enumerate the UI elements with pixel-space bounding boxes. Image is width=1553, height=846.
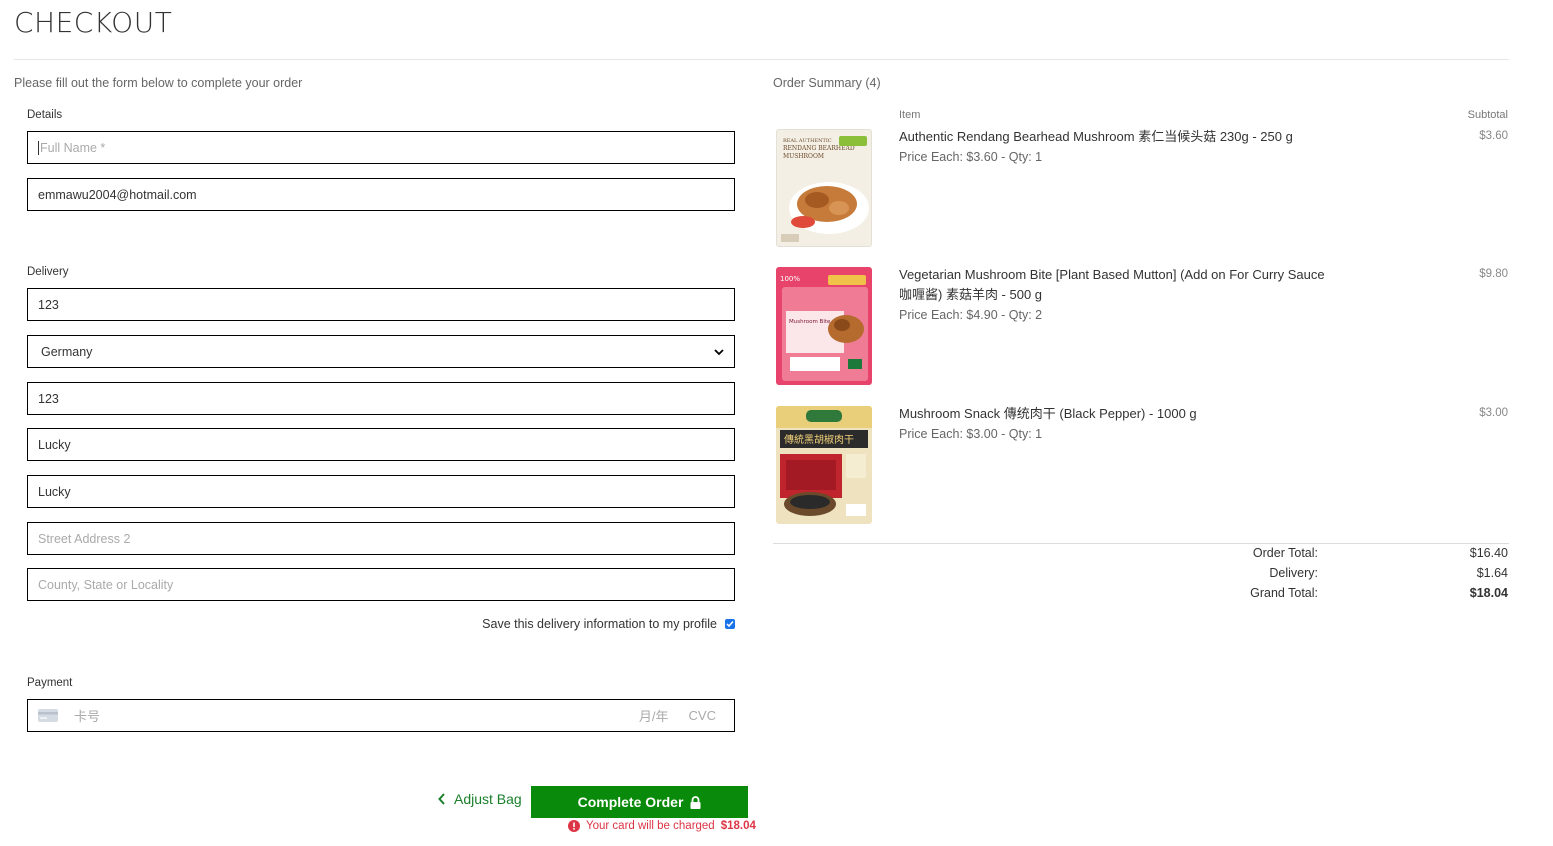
- product-image[interactable]: 傳統黑胡椒肉干: [776, 406, 872, 524]
- street-address-1-input[interactable]: Lucky: [27, 475, 735, 508]
- street-address-2-placeholder: Street Address 2: [38, 531, 131, 546]
- alert-circle-icon: [568, 820, 580, 832]
- delivery-cost-value: $1.64: [1476, 566, 1508, 580]
- save-info-checkbox[interactable]: [725, 619, 735, 629]
- card-element[interactable]: 卡号 月/年 CVC: [27, 699, 735, 732]
- card-cvc-placeholder[interactable]: CVC: [689, 708, 716, 723]
- credit-card-icon: [38, 709, 58, 722]
- country-value: Germany: [41, 344, 93, 359]
- charge-warning-text: Your card will be charged: [586, 820, 715, 832]
- charge-amount: $18.04: [720, 820, 756, 832]
- full-name-placeholder: Full Name *: [40, 140, 106, 155]
- item-subtotal: $3.60: [1479, 130, 1508, 142]
- save-info-row: Save this delivery information to my pro…: [482, 617, 735, 631]
- product-thumbnail-mushroom-bite: 100% Mushroom Bite: [776, 267, 872, 385]
- grand-total-value: $18.04: [1469, 586, 1508, 600]
- details-legend: Details: [27, 109, 63, 121]
- text-caret: [38, 140, 39, 155]
- check-icon: [726, 621, 734, 628]
- county-input[interactable]: County, State or Locality: [27, 568, 735, 601]
- product-thumbnail-rendang: REAL AUTHENTIC RENDANG BEARHEAD MUSHROOM: [777, 130, 871, 246]
- item-name[interactable]: Authentic Rendang Bearhead Mushroom 素仁当候…: [899, 127, 1329, 147]
- charge-warning: Your card will be charged $18.04: [568, 820, 756, 832]
- email-input[interactable]: emmawu2004@hotmail.com: [27, 178, 735, 211]
- delivery-cost-label: Delivery:: [1269, 566, 1318, 580]
- order-total-label: Order Total:: [1252, 546, 1318, 560]
- adjust-bag-label: Adjust Bag: [454, 791, 522, 807]
- order-total-value: $16.40: [1469, 546, 1508, 560]
- item-name[interactable]: Mushroom Snack 傳统肉干 (Black Pepper) - 100…: [899, 404, 1329, 424]
- product-thumbnail-mushroom-snack: 傳統黑胡椒肉干: [776, 406, 872, 524]
- thumb-text-1: 100%: [780, 275, 800, 283]
- item-price-qty: Price Each: $3.00 - Qty: 1: [899, 427, 1043, 441]
- country-select[interactable]: Germany: [27, 335, 735, 368]
- title-divider: [14, 59, 1509, 60]
- full-name-input[interactable]: Full Name *: [27, 131, 735, 164]
- item-subtotal: $3.00: [1479, 407, 1508, 419]
- card-expiry-placeholder[interactable]: 月/年: [639, 706, 669, 725]
- order-summary-title: Order Summary (4): [773, 76, 881, 90]
- page-title: CHECKOUT: [14, 6, 173, 39]
- thumb-text-2: RENDANG BEARHEAD: [783, 145, 855, 152]
- product-image[interactable]: 100% Mushroom Bite: [776, 267, 872, 385]
- thumb-text-1: 傳統黑胡椒肉干: [784, 433, 854, 446]
- grand-total-label: Grand Total:: [1250, 586, 1318, 600]
- chevron-left-icon: [438, 793, 445, 805]
- card-number-placeholder[interactable]: 卡号: [74, 706, 100, 725]
- thumb-text-1: REAL AUTHENTIC: [783, 138, 832, 144]
- adjust-bag-link[interactable]: Adjust Bag: [438, 791, 522, 807]
- phone-input[interactable]: 123: [27, 288, 735, 321]
- lock-icon: [690, 795, 701, 809]
- delivery-legend: Delivery: [27, 266, 69, 278]
- item-price-qty: Price Each: $3.60 - Qty: 1: [899, 150, 1043, 164]
- thumb-text-2: Mushroom Bite: [789, 319, 831, 325]
- thumb-text-3: MUSHROOM: [783, 153, 824, 160]
- col-head-subtotal: Subtotal: [1467, 109, 1508, 121]
- form-intro: Please fill out the form below to comple…: [14, 76, 303, 90]
- chevron-down-icon: [714, 348, 724, 355]
- email-value: emmawu2004@hotmail.com: [38, 187, 197, 202]
- payment-legend: Payment: [27, 677, 73, 689]
- col-head-item: Item: [899, 109, 921, 121]
- postcode-input[interactable]: 123: [27, 382, 735, 415]
- summary-divider: [773, 543, 1509, 544]
- town-input[interactable]: Lucky: [27, 428, 735, 461]
- town-value: Lucky: [38, 437, 71, 452]
- item-price-qty: Price Each: $4.90 - Qty: 2: [899, 308, 1043, 322]
- item-subtotal: $9.80: [1479, 268, 1508, 280]
- street-address-1-value: Lucky: [38, 484, 71, 499]
- product-image[interactable]: REAL AUTHENTIC RENDANG BEARHEAD MUSHROOM: [776, 129, 872, 247]
- save-info-label: Save this delivery information to my pro…: [482, 617, 717, 631]
- postcode-value: 123: [38, 391, 59, 406]
- complete-order-button[interactable]: Complete Order: [531, 786, 748, 818]
- phone-value: 123: [38, 297, 59, 312]
- item-name[interactable]: Vegetarian Mushroom Bite [Plant Based Mu…: [899, 265, 1329, 305]
- county-placeholder: County, State or Locality: [38, 577, 174, 592]
- complete-order-label: Complete Order: [577, 794, 684, 810]
- street-address-2-input[interactable]: Street Address 2: [27, 522, 735, 555]
